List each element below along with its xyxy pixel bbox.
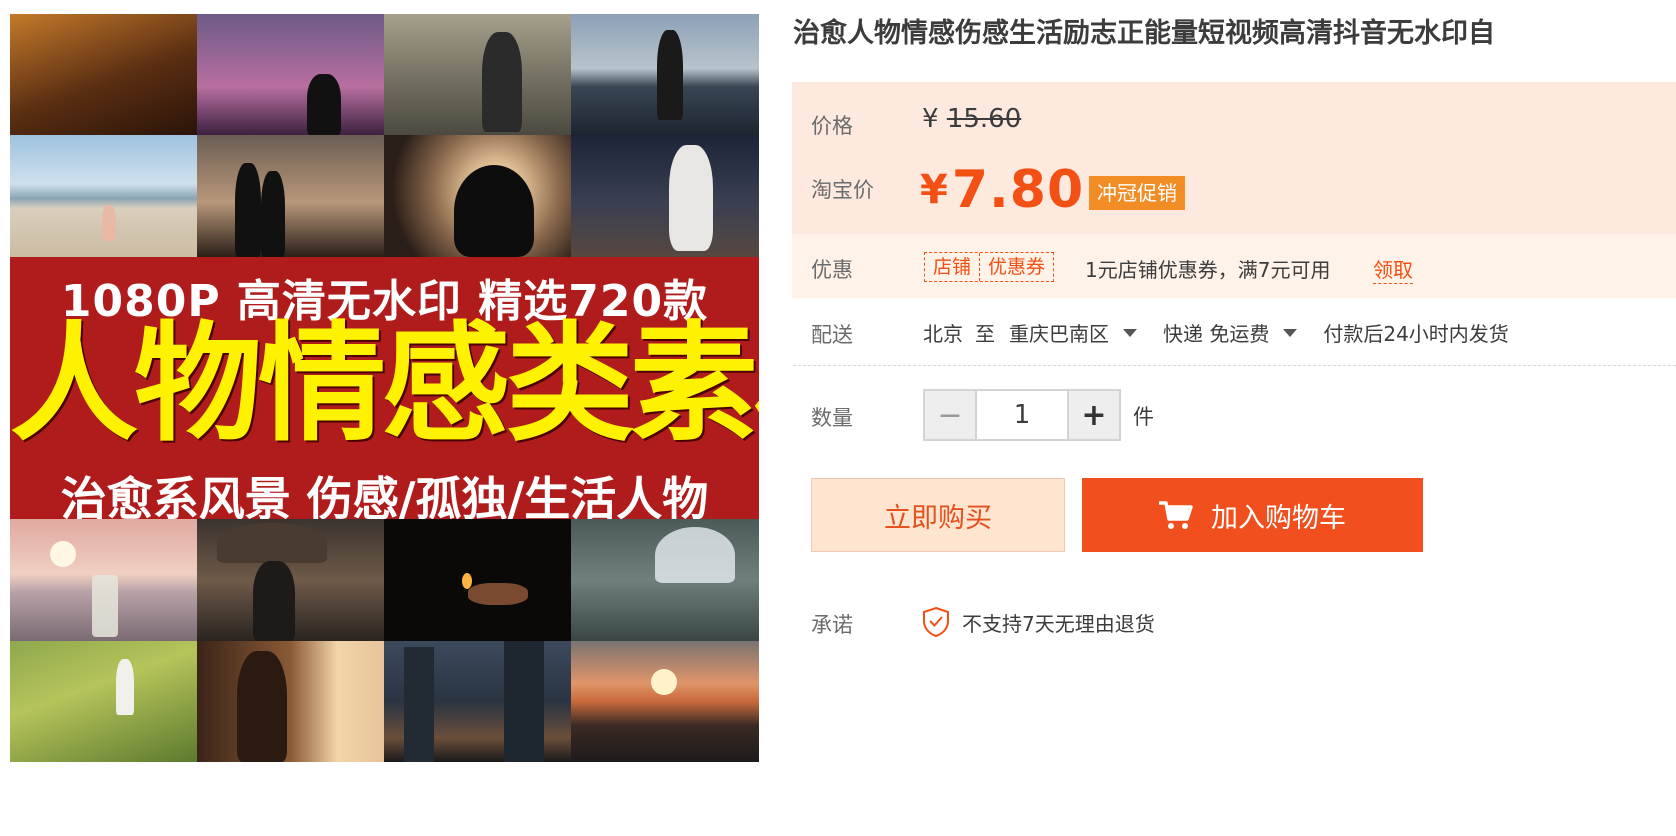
claim-coupon-link[interactable]: 领取 <box>1373 254 1413 284</box>
coupon-badge[interactable]: 店铺 优惠券 <box>924 252 1055 282</box>
delivery-to-word: 至 <box>975 322 995 346</box>
promise-text: 不支持7天无理由退货 <box>962 612 1155 636</box>
original-price: ¥ 15.60 <box>922 104 1021 134</box>
promo-price-currency: ¥ <box>920 167 948 213</box>
coupon-description: 1元店铺优惠券，满7元可用 <box>1085 258 1331 282</box>
add-to-cart-button[interactable]: 加入购物车 <box>1082 478 1423 552</box>
buy-now-button[interactable]: 立即购买 <box>811 478 1065 552</box>
promo-price: ¥7.80 <box>920 160 1084 220</box>
image-tile <box>384 519 571 641</box>
product-title: 治愈人物情感伤感生活励志正能量短视频高清抖音无水印自 <box>793 18 1495 49</box>
image-tile <box>10 135 197 257</box>
dispatch-time: 付款后24小时内发货 <box>1323 322 1509 346</box>
delivery-row: 北京 至 重庆巴南区 快递 免运费 付款后24小时内发货 <box>923 318 1509 347</box>
quantity-label: 数量 <box>811 406 853 430</box>
image-tile <box>10 519 197 641</box>
coupon-badge-coupon: 优惠券 <box>979 253 1053 281</box>
image-tile <box>197 135 384 257</box>
quantity-unit: 件 <box>1133 405 1154 429</box>
shopping-cart-icon <box>1159 501 1193 529</box>
coupon-badge-store: 店铺 <box>933 256 972 278</box>
promo-price-label: 淘宝价 <box>811 178 874 202</box>
increase-quantity-button[interactable]: + <box>1069 391 1119 439</box>
image-tile <box>384 641 571 762</box>
image-tile <box>571 641 759 762</box>
shield-check-icon <box>923 606 949 638</box>
chevron-down-icon[interactable] <box>1283 328 1298 337</box>
original-price-amount: 15.60 <box>946 104 1022 134</box>
image-tile <box>571 135 759 257</box>
image-tile <box>10 641 197 762</box>
add-to-cart-label: 加入购物车 <box>1211 502 1346 534</box>
chevron-down-icon[interactable] <box>1123 328 1137 337</box>
delivery-destination[interactable]: 重庆巴南区 <box>1009 318 1109 347</box>
image-tile <box>571 14 759 135</box>
banner-main-text: 人物情感类素材 <box>10 310 759 459</box>
image-tile <box>384 14 571 135</box>
image-tile <box>197 519 384 641</box>
quantity-stepper: − + <box>923 389 1121 441</box>
delivery-origin: 北京 <box>923 322 963 346</box>
section-divider <box>793 365 1676 366</box>
image-tile <box>197 14 384 135</box>
buy-now-label: 立即购买 <box>884 502 992 534</box>
delivery-label: 配送 <box>811 323 853 347</box>
coupon-label: 优惠 <box>811 258 853 282</box>
image-tile <box>384 135 571 257</box>
image-tile <box>571 519 759 641</box>
product-detail-page: 1080P 高清无水印 精选720款 人物情感类素材 治愈系风景 伤感/孤独/生… <box>0 0 1676 836</box>
product-main-image[interactable]: 1080P 高清无水印 精选720款 人物情感类素材 治愈系风景 伤感/孤独/生… <box>10 14 759 762</box>
shipping-method[interactable]: 快递 免运费 <box>1163 318 1269 347</box>
quantity-input[interactable] <box>975 391 1069 439</box>
image-tile <box>197 641 384 762</box>
original-price-currency: ¥ <box>922 104 939 134</box>
promise-label: 承诺 <box>811 613 853 637</box>
decrease-quantity-button[interactable]: − <box>925 391 975 439</box>
image-tile <box>10 14 197 135</box>
price-label: 价格 <box>811 114 853 138</box>
promo-price-amount: 7.80 <box>951 160 1085 220</box>
promo-banner: 1080P 高清无水印 精选720款 人物情感类素材 治愈系风景 伤感/孤独/生… <box>10 257 759 533</box>
promo-tag: 冲冠促销 <box>1089 176 1185 210</box>
